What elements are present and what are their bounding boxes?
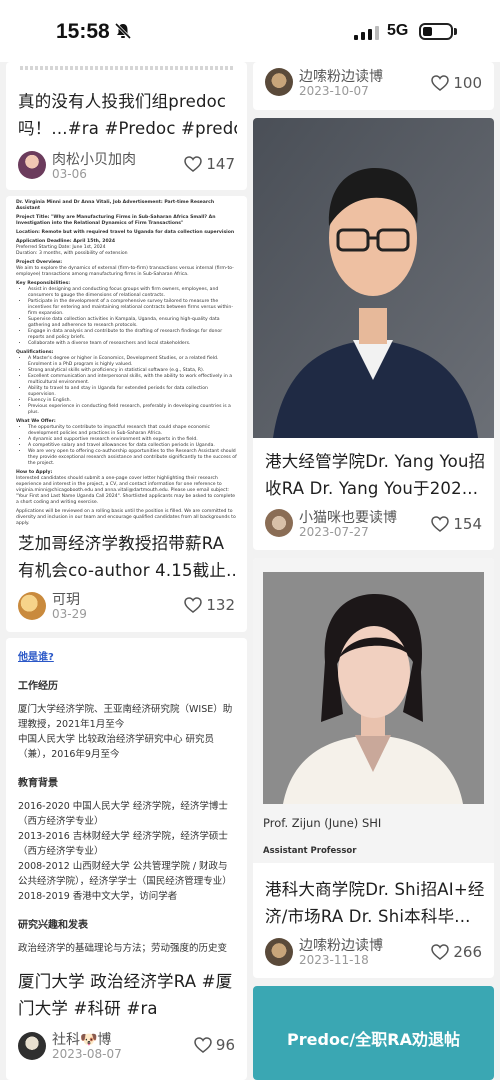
post-date: 2023-08-07 — [52, 1047, 122, 1061]
author-name[interactable]: 边嗦粉边读博 — [299, 66, 383, 86]
post-date: 2023-10-07 — [299, 84, 369, 98]
heart-icon — [431, 944, 450, 960]
status-bar: 15:58 5G — [0, 0, 500, 62]
author-avatar[interactable] — [18, 592, 46, 620]
note-card[interactable]: Dr. Virginia Minni and Dr Anna Vitali, J… — [6, 196, 247, 632]
note-title: 芝加哥经济学教授招带薪RA 有机会co-author 4.15截止... — [18, 534, 237, 580]
like-count: 147 — [206, 155, 235, 173]
author-name[interactable]: 肉松小贝加肉 — [52, 149, 136, 169]
banner-title: Predoc/全职RA劝退帖 — [287, 1030, 460, 1049]
post-date: 2023-07-27 — [299, 525, 369, 539]
author-avatar[interactable] — [265, 938, 293, 966]
post-date: 03-29 — [52, 607, 87, 621]
note-title: 真的没有人投我们组predoc 吗！...#ra #Predoc #predo.… — [18, 92, 237, 138]
note-card[interactable]: 真的没有人投我们组predoc 吗！...#ra #Predoc #predo.… — [6, 62, 247, 190]
like-button[interactable]: 154 — [431, 515, 482, 533]
portrait-photo — [263, 572, 484, 804]
mute-bell-icon — [114, 22, 132, 40]
like-button[interactable]: 100 — [431, 74, 482, 92]
author-avatar[interactable] — [18, 1032, 46, 1060]
note-card[interactable]: 港大经管学院Dr. Yang You招 收RA Dr. Yang You于202… — [253, 118, 494, 550]
like-count: 96 — [215, 1036, 235, 1054]
note-card[interactable]: 边嗦粉边读博 2023-10-07 100 — [253, 62, 494, 110]
post-date: 03-06 — [52, 167, 87, 181]
heart-icon — [431, 75, 450, 91]
status-time: 15:58 — [56, 20, 110, 43]
author-avatar[interactable] — [18, 151, 46, 179]
note-card[interactable]: 他是谁? 工作经历 厦门大学经济学院、王亚南经济研究院（WISE）助理教授，20… — [6, 638, 247, 1080]
note-card[interactable]: Prof. Zijun (June) SHI Assistant Profess… — [253, 558, 494, 978]
author-name[interactable]: 边嗦粉边读博 — [299, 935, 383, 955]
photo-caption-role: Assistant Professor — [263, 846, 357, 856]
author-name[interactable]: 社科🐶博 — [52, 1029, 111, 1049]
note-card-banner[interactable]: Predoc/全职RA劝退帖 — [253, 986, 494, 1080]
profile-image: 他是谁? 工作经历 厦门大学经济学院、王亚南经济研究院（WISE）助理教授，20… — [6, 638, 247, 958]
like-button[interactable]: 96 — [194, 1036, 235, 1054]
signal-icon — [354, 26, 379, 40]
battery-icon — [419, 23, 453, 40]
author-avatar[interactable] — [265, 68, 293, 96]
like-button[interactable]: 132 — [184, 596, 235, 614]
network-type: 5G — [387, 22, 409, 39]
note-title: 港科大商学院Dr. Shi招AI+经 济/市场RA Dr. Shi本科毕... — [265, 880, 484, 926]
author-name[interactable]: 可玥 — [52, 589, 80, 609]
like-count: 266 — [453, 943, 482, 961]
like-count: 154 — [453, 515, 482, 533]
note-title: 厦门大学 政治经济学RA #厦 门大学 #科研 #ra — [18, 972, 233, 1018]
like-count: 132 — [206, 596, 235, 614]
like-count: 100 — [453, 74, 482, 92]
heart-icon — [184, 156, 203, 172]
portrait-photo — [253, 118, 494, 438]
photo-caption-name: Prof. Zijun (June) SHI — [263, 816, 382, 830]
heart-icon — [431, 516, 450, 532]
heart-icon — [184, 597, 203, 613]
post-date: 2023-11-18 — [299, 953, 369, 967]
heart-icon — [194, 1037, 212, 1053]
job-ad-document-image: Dr. Virginia Minni and Dr Anna Vitali, J… — [6, 196, 247, 526]
like-button[interactable]: 147 — [184, 155, 235, 173]
author-name[interactable]: 小猫咪也要读博 — [299, 507, 397, 527]
note-title: 港大经管学院Dr. Yang You招 收RA Dr. Yang You于202… — [265, 452, 484, 498]
author-avatar[interactable] — [265, 509, 293, 537]
like-button[interactable]: 266 — [431, 943, 482, 961]
